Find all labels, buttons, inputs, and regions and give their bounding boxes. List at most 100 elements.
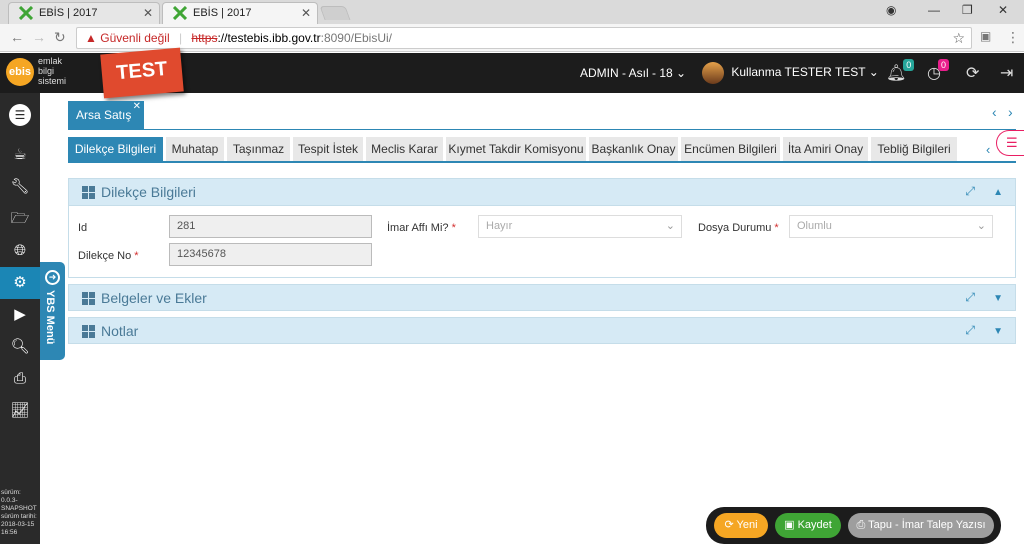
ebis-favicon-icon — [173, 6, 187, 20]
browser-menu-icon[interactable]: ⋮ — [1006, 29, 1020, 46]
tab-kiymet-takdir-komisyonu[interactable]: Kıymet Takdir Komisyonu — [446, 137, 586, 161]
imar-affi-value: Hayır — [486, 220, 513, 232]
browser-tab-2[interactable]: EBİS | 2017 ✕ — [162, 2, 318, 24]
folder-open-icon[interactable]: 🗁 — [0, 203, 40, 235]
page-tab-arsa-satis[interactable]: Arsa Satış ✕ — [68, 101, 144, 130]
close-tab-icon[interactable]: ✕ — [301, 3, 311, 23]
line-chart-icon[interactable]: 📈︎ — [0, 395, 40, 427]
chevron-left-icon[interactable]: ‹ — [992, 104, 997, 120]
expand-icon[interactable]: ⤢ — [965, 184, 975, 199]
bell-icon[interactable]: 🔔︎ 0 — [886, 59, 915, 83]
print-icon: ⎙ — [856, 519, 869, 531]
save-button[interactable]: ▣ Kaydet — [775, 513, 841, 538]
forward-icon[interactable]: → — [32, 29, 46, 45]
url-input[interactable]: ▲ Güvenli değil | https://testebis.ibb.g… — [76, 27, 972, 49]
tab-tasinmaz[interactable]: Taşınmaz — [227, 137, 290, 161]
tab-encumen-bilgileri[interactable]: Encümen Bilgileri — [681, 137, 780, 161]
required-mark: * — [134, 250, 139, 262]
chevron-down-icon: ⌄ — [976, 220, 986, 232]
minimize-icon[interactable]: — — [928, 3, 940, 17]
version-line: sürüm tarihi: — [1, 513, 37, 520]
close-icon[interactable]: ✕ — [133, 92, 141, 121]
side-menu-button[interactable]: ☰ — [996, 130, 1024, 156]
dosya-durumu-select[interactable]: Olumlu ⌄ — [789, 215, 993, 238]
new-button[interactable]: ⟳ Yeni — [714, 513, 768, 538]
gear-icon[interactable]: ⚙ — [0, 267, 40, 299]
extension-icon[interactable]: ▣ — [980, 29, 991, 43]
close-window-icon[interactable]: ✕ — [998, 3, 1008, 17]
app-header: ebis emlak bilgi sistemi TEST ADMIN - As… — [0, 47, 1024, 99]
chevron-up-icon[interactable]: ▲ — [993, 187, 1003, 198]
save-button-label: Kaydet — [797, 519, 832, 531]
logo-text: emlak bilgi sistemi — [38, 56, 66, 86]
chevron-right-icon[interactable]: › — [1008, 104, 1013, 120]
grid-icon — [82, 325, 95, 338]
print-icon[interactable]: ⎙ — [0, 363, 40, 395]
search-icon[interactable]: 🔍︎ — [0, 331, 40, 363]
version-line: 0.0.3- — [1, 497, 18, 504]
reload-icon[interactable]: ↻ — [54, 29, 66, 46]
globe-icon[interactable]: 🌐︎ — [0, 235, 40, 267]
version-info: sürüm: 0.0.3- SNAPSHOT sürüm tarihi: 201… — [1, 489, 37, 537]
save-icon: ▣ — [784, 519, 798, 531]
browser-tab-1[interactable]: EBİS | 2017 ✕ — [8, 2, 160, 24]
print-request-button[interactable]: ⎙ Tapu - İmar Talep Yazısı — [848, 513, 994, 538]
url-path: :8090/EbisUi/ — [320, 31, 392, 45]
timer-icon[interactable]: ◷ 0 — [927, 59, 949, 83]
tab-dilekce-bilgileri[interactable]: Dilekçe Bilgileri — [68, 137, 163, 161]
chevron-down-icon: ⌄ — [665, 220, 675, 232]
chevron-left-icon[interactable]: ‹ — [986, 142, 990, 157]
wrench-icon[interactable]: 🔧︎ — [0, 171, 40, 203]
version-line: SNAPSHOT — [1, 505, 37, 512]
hamburger-menu-icon[interactable]: ☰ — [0, 99, 40, 131]
coffee-icon[interactable]: ☕︎ — [0, 139, 40, 171]
version-line: 2018-03-15 — [1, 521, 35, 528]
ybs-menu-toggle[interactable]: ➜ YBS Menü — [40, 262, 65, 360]
restore-icon[interactable]: ❐ — [962, 3, 973, 17]
action-bar: ⟳ Yeni ▣ Kaydet ⎙ Tapu - İmar Talep Yazı… — [706, 507, 1001, 544]
expand-icon[interactable]: ⤢ — [965, 323, 975, 338]
bookmark-star-icon[interactable]: ☆ — [952, 28, 965, 48]
new-tab-button[interactable] — [319, 6, 351, 20]
url-host: ://testebis.ibb.gov.tr — [217, 31, 321, 45]
chevron-down-icon[interactable]: ▼ — [993, 326, 1003, 337]
imar-affi-select[interactable]: Hayır ⌄ — [478, 215, 682, 238]
tab-meclis-karar[interactable]: Meclis Karar — [366, 137, 443, 161]
role-label: ADMIN - Asıl - 18 — [580, 66, 673, 80]
refresh-icon[interactable]: ⟳ — [966, 63, 979, 83]
panel-dilekce-bilgileri-header[interactable]: Dilekçe Bilgileri ⤢ ▲ — [68, 178, 1016, 206]
id-field[interactable]: 281 — [169, 215, 372, 238]
avatar — [702, 62, 724, 84]
play-icon[interactable]: ▶ — [0, 299, 40, 331]
new-button-label: Yeni — [736, 519, 758, 531]
grid-icon — [82, 292, 95, 305]
tab-tespit-istek[interactable]: Tespit İstek — [293, 137, 363, 161]
back-icon[interactable]: ← — [10, 29, 24, 45]
refresh-icon: ⟳ — [724, 519, 737, 531]
task-badge: 0 — [937, 59, 949, 71]
expand-icon[interactable]: ⤢ — [965, 290, 975, 305]
user-name: Kullanma TESTER TEST — [731, 65, 866, 80]
logo-line: bilgi — [38, 66, 55, 76]
tab-muhatap[interactable]: Muhatap — [166, 137, 224, 161]
dilekce-no-label-text: Dilekçe No — [78, 250, 132, 262]
imar-affi-label: İmar Affı Mi? * — [387, 222, 456, 234]
tab-baskanlik-onay[interactable]: Başkanlık Onay — [589, 137, 678, 161]
logout-icon[interactable]: ⇥ — [1000, 63, 1013, 83]
chevron-down-icon: ⌄ — [676, 66, 687, 80]
panel-notlar-header[interactable]: Notlar ⤢ ▼ — [68, 317, 1016, 344]
chevron-down-icon[interactable]: ▼ — [993, 293, 1003, 304]
panel-belgeler-ve-ekler-header[interactable]: Belgeler ve Ekler ⤢ ▼ — [68, 284, 1016, 311]
close-tab-icon[interactable]: ✕ — [143, 3, 153, 23]
version-line: 16:56 — [1, 529, 18, 536]
tab-ita-amiri-onay[interactable]: İta Amiri Onay — [783, 137, 868, 161]
chevron-down-icon: ⌄ — [868, 65, 879, 80]
tab-teblig-bilgileri[interactable]: Tebliğ Bilgileri — [871, 137, 957, 161]
role-selector[interactable]: ADMIN - Asıl - 18 ⌄ — [580, 66, 686, 80]
user-menu[interactable]: Kullanma TESTER TEST ⌄ — [702, 62, 879, 84]
security-label: Güvenli değil — [100, 31, 170, 45]
dosya-durumu-label: Dosya Durumu * — [698, 222, 779, 234]
account-icon[interactable]: ◉ — [886, 3, 896, 17]
dilekce-no-field[interactable]: 12345678 — [169, 243, 372, 266]
url-scheme: https — [191, 31, 218, 45]
